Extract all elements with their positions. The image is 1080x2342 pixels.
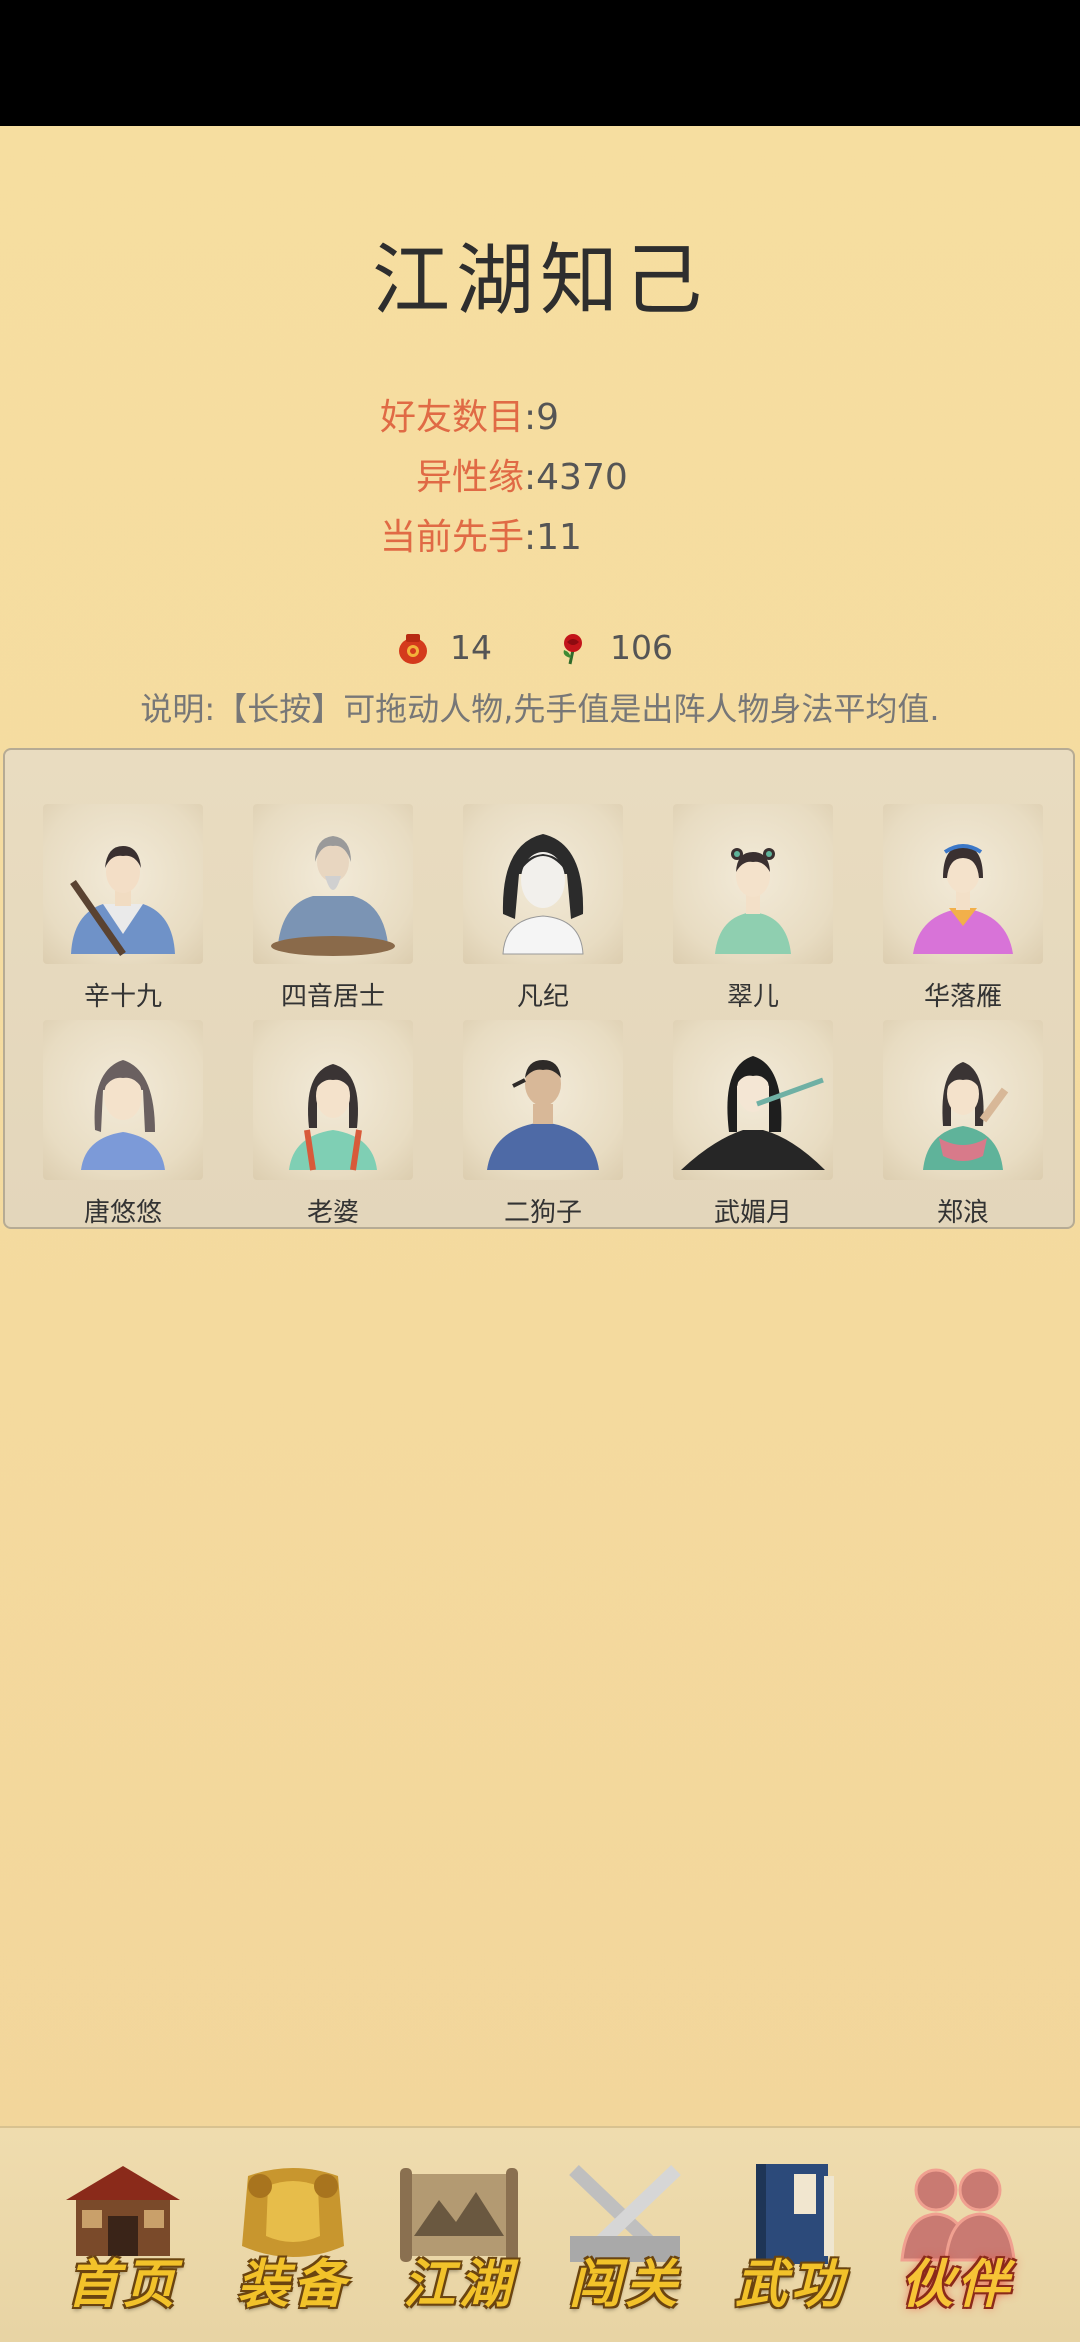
character-card[interactable]: 华落雁 — [883, 804, 1043, 1014]
wine-counter: 14 — [396, 628, 492, 667]
character-name: 二狗子 — [503, 1198, 582, 1228]
nav-label: 伙伴 — [900, 2254, 1013, 2315]
character-name: 四音居士 — [280, 982, 385, 1012]
stat-label: 当前先手 — [380, 517, 525, 558]
character-card[interactable]: 郑浪 — [883, 1020, 1043, 1230]
character-card[interactable]: 武媚月 — [673, 1020, 833, 1230]
character-name: 唐悠悠 — [83, 1198, 162, 1228]
stat-value: :11 — [524, 517, 582, 558]
character-name: 华落雁 — [923, 982, 1002, 1012]
rose-counter: 106 — [556, 628, 673, 667]
stat-initiative: 当前先手:11 — [380, 508, 582, 560]
nav-challenge[interactable]: 闯关 — [550, 2156, 700, 2316]
wine-jar-icon — [399, 633, 427, 664]
stat-friend-count: 好友数目:9 — [380, 388, 559, 440]
wine-count: 14 — [450, 628, 492, 667]
character-portrait — [883, 1020, 1043, 1180]
nav-label: 武功 — [734, 2254, 847, 2315]
stat-label: 好友数目 — [380, 397, 525, 438]
character-portrait — [43, 804, 203, 964]
character-portrait — [253, 804, 413, 964]
character-card[interactable]: 翠儿 — [673, 804, 833, 1014]
character-card[interactable]: 四音居士 — [253, 804, 413, 1014]
character-card[interactable]: 辛十九 — [43, 804, 203, 1014]
nav-label: 江湖 — [402, 2254, 515, 2315]
character-portrait — [883, 804, 1043, 964]
character-card[interactable]: 唐悠悠 — [43, 1020, 203, 1230]
character-name: 武媚月 — [713, 1198, 792, 1228]
nav-martial-arts[interactable]: 武功 — [716, 2156, 866, 2316]
rose-icon — [563, 633, 582, 664]
character-panel: 辛十九 四音居士 凡纪 翠儿 华落雁 唐悠悠 老婆 二狗子 武媚月 郑浪 — [3, 748, 1075, 1229]
character-portrait — [673, 1020, 833, 1180]
character-portrait — [463, 804, 623, 964]
stat-value: :4370 — [524, 457, 628, 498]
nav-label: 闯关 — [568, 2254, 681, 2315]
stat-charm: 异性缘:4370 — [416, 448, 628, 500]
page-title: 江湖知己 — [371, 236, 708, 326]
nav-partners[interactable]: 伙伴 — [882, 2156, 1032, 2316]
stat-label: 异性缘 — [416, 457, 525, 498]
character-portrait — [43, 1020, 203, 1180]
character-name: 老婆 — [306, 1198, 359, 1228]
status-bar — [0, 0, 1080, 126]
nav-home[interactable]: 首页 — [48, 2156, 198, 2316]
character-card[interactable]: 老婆 — [253, 1020, 413, 1230]
character-name: 凡纪 — [516, 982, 569, 1012]
character-name: 辛十九 — [83, 982, 162, 1012]
currency-bar: 14 106 — [0, 628, 1080, 672]
nav-label: 装备 — [236, 2254, 349, 2315]
character-card[interactable]: 二狗子 — [463, 1020, 623, 1230]
nav-jianghu[interactable]: 江湖 — [384, 2156, 534, 2316]
bottom-nav: 首页 装备 江湖 闯关 武功 伙伴 — [0, 2126, 1080, 2342]
character-portrait — [463, 1020, 623, 1180]
nav-label: 首页 — [66, 2254, 179, 2315]
character-card[interactable]: 凡纪 — [463, 804, 623, 1014]
instruction-note: 说明:【长按】可拖动人物,先手值是出阵人物身法平均值. — [140, 690, 940, 728]
character-name: 翠儿 — [726, 982, 779, 1012]
rose-count: 106 — [610, 628, 673, 667]
stat-value: :9 — [524, 397, 560, 438]
nav-equipment[interactable]: 装备 — [218, 2156, 368, 2316]
character-portrait — [673, 804, 833, 964]
character-name: 郑浪 — [936, 1198, 989, 1228]
character-portrait — [253, 1020, 413, 1180]
